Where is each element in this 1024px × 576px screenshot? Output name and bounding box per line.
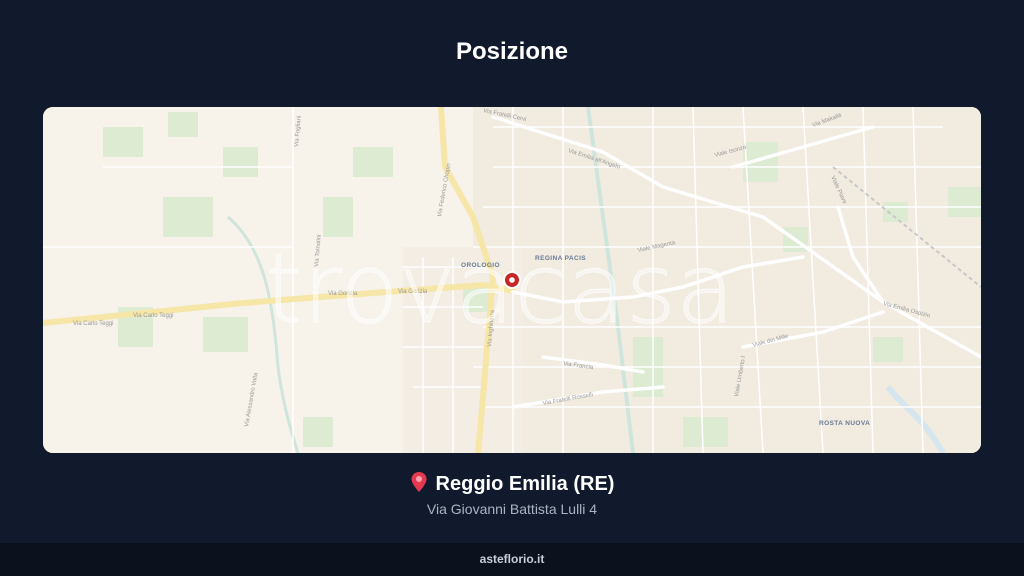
page-title: Posizione bbox=[455, 38, 569, 65]
watermark-logo: trovacasa bbox=[265, 233, 735, 345]
footer-site-link[interactable]: asteflorio.it bbox=[0, 552, 1024, 566]
city-name: Reggio Emilia (RE) bbox=[435, 473, 615, 495]
location-marker-icon[interactable] bbox=[503, 271, 521, 289]
road-label: Via Carlo Teggi bbox=[73, 321, 113, 327]
location-title: Reggio Emilia (RE) bbox=[0, 471, 1024, 496]
road-label: Via Carlo Teggi bbox=[133, 313, 173, 319]
district-label: ROSTA NUOVA bbox=[819, 420, 870, 427]
footer: asteflorio.it bbox=[0, 543, 1024, 576]
map-canvas: Via Carlo Teggi Via Carlo Teggi Via Gori… bbox=[43, 107, 981, 453]
location-map[interactable]: Via Carlo Teggi Via Carlo Teggi Via Gori… bbox=[43, 107, 981, 453]
map-pin-icon bbox=[410, 471, 428, 493]
street-address: Via Giovanni Battista Lulli 4 bbox=[426, 501, 598, 517]
